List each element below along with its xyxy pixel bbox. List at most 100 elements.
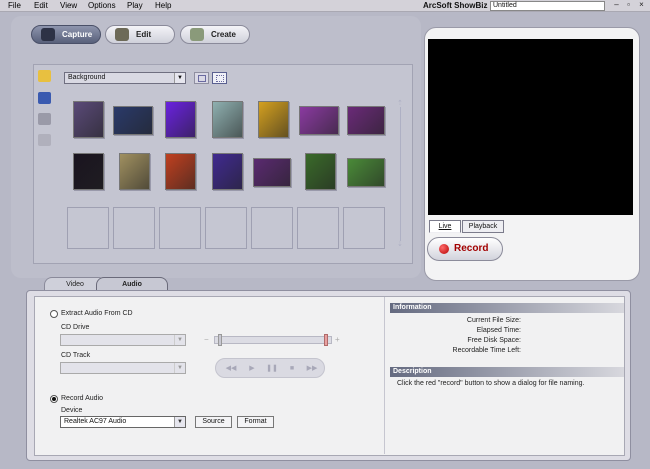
camera-icon	[41, 28, 55, 41]
close-icon[interactable]: ×	[637, 1, 646, 10]
menu-bar: File Edit View Options Play Help ArcSoft…	[0, 0, 650, 12]
empty-slot	[113, 207, 155, 249]
folder-icon[interactable]	[38, 70, 51, 82]
menu-view[interactable]: View	[60, 1, 77, 10]
record-dot-icon	[439, 244, 449, 254]
cd-drive-label: CD Drive	[61, 324, 90, 331]
empty-slot	[343, 207, 385, 249]
device-select[interactable]: Realtek AC97 Audio ▼	[60, 416, 186, 428]
information-header: Information	[390, 303, 624, 313]
cd-trim-slider[interactable]: − +	[204, 334, 342, 346]
device-label: Device	[61, 407, 83, 414]
format-button[interactable]: Format	[237, 416, 274, 428]
record-audio-label: Record Audio	[61, 395, 104, 402]
device-select-value: Realtek AC97 Audio	[64, 418, 127, 425]
panel-divider	[384, 297, 385, 454]
trim-start-handle[interactable]	[218, 334, 222, 346]
extract-audio-radio[interactable]	[50, 310, 58, 318]
background-thumbnail[interactable]	[258, 101, 289, 138]
tool-icon[interactable]	[38, 113, 51, 125]
restore-icon[interactable]: ▫	[624, 1, 633, 10]
gallery-scrollbar[interactable]: ⇡ ⇣	[396, 99, 405, 249]
cd-track-select[interactable]: ▼	[60, 362, 186, 374]
background-thumbnail[interactable]	[212, 153, 243, 190]
background-thumbnail[interactable]	[347, 106, 385, 135]
menu-file[interactable]: File	[8, 1, 21, 10]
description-header: Description	[390, 367, 624, 377]
plus-icon[interactable]: +	[335, 335, 340, 344]
cd-track-label: CD Track	[61, 352, 91, 359]
category-select[interactable]: Background ▼	[64, 72, 186, 84]
audio-tab[interactable]: Audio	[96, 277, 168, 291]
stop-icon[interactable]: ■	[283, 363, 301, 374]
menu-play[interactable]: Play	[127, 1, 143, 10]
video-preview-screen	[428, 39, 633, 215]
chevron-down-icon: ▼	[174, 363, 185, 373]
rewind-icon[interactable]: ◀◀	[222, 363, 240, 374]
chevron-down-icon: ▼	[174, 335, 185, 345]
create-tab-label: Create	[211, 30, 236, 39]
empty-slot	[205, 207, 247, 249]
background-thumbnail[interactable]	[73, 153, 104, 190]
playback-tab[interactable]: Playback	[462, 220, 504, 233]
menu-edit[interactable]: Edit	[34, 1, 48, 10]
trim-end-handle[interactable]	[324, 334, 328, 346]
description-text: Click the red "record" button to show a …	[397, 380, 585, 387]
extract-audio-label: Extract Audio From CD	[61, 310, 133, 317]
record-audio-radio[interactable]	[50, 395, 58, 403]
project-name-field[interactable]: Untitled	[490, 1, 605, 11]
fast-forward-icon[interactable]: ▶▶	[303, 363, 321, 374]
capture-settings-icon[interactable]	[38, 92, 51, 104]
source-button[interactable]: Source	[195, 416, 232, 428]
empty-slot	[251, 207, 293, 249]
edit-tab[interactable]: Edit	[105, 25, 175, 44]
scroll-up-icon[interactable]: ⇡	[397, 99, 403, 107]
recordable-time-left-label: Recordable Time Left:	[452, 347, 521, 354]
cd-transport-controls: ◀◀ ▶ ❚❚ ■ ▶▶	[215, 358, 325, 378]
cd-drive-select[interactable]: ▼	[60, 334, 186, 346]
minus-icon[interactable]: −	[204, 335, 209, 344]
capture-tab-label: Capture	[62, 30, 93, 39]
small-view-button[interactable]	[212, 72, 227, 84]
scroll-track	[400, 107, 401, 241]
film-edit-icon	[115, 28, 129, 41]
menu-help[interactable]: Help	[155, 1, 171, 10]
chevron-down-icon: ▼	[174, 417, 185, 427]
background-thumbnail[interactable]	[73, 101, 104, 138]
background-thumbnail[interactable]	[299, 106, 339, 135]
trim-track	[214, 336, 332, 344]
category-select-value: Background	[68, 74, 106, 81]
background-thumbnail[interactable]	[347, 158, 385, 187]
background-thumbnail[interactable]	[212, 101, 243, 138]
capture-tab[interactable]: Capture	[31, 25, 101, 44]
background-thumbnail[interactable]	[165, 153, 196, 190]
large-view-button[interactable]	[194, 72, 209, 84]
create-tab[interactable]: Create	[180, 25, 250, 44]
play-icon[interactable]: ▶	[243, 363, 261, 374]
pause-icon[interactable]: ❚❚	[263, 363, 281, 374]
edit-tab-label: Edit	[136, 30, 152, 39]
app-title: ArcSoft ShowBiz	[423, 1, 488, 10]
create-icon	[190, 28, 204, 41]
record-button-label: Record	[454, 243, 489, 254]
live-tab[interactable]: Live	[429, 220, 461, 233]
empty-slot	[297, 207, 339, 249]
current-file-size-label: Current File Size:	[466, 317, 521, 324]
elapsed-time-label: Elapsed Time:	[476, 327, 521, 334]
minimize-icon[interactable]: –	[612, 1, 621, 10]
empty-slot	[67, 207, 109, 249]
background-thumbnail[interactable]	[119, 153, 150, 190]
scroll-down-icon[interactable]: ⇣	[397, 240, 403, 248]
background-thumbnail[interactable]	[165, 101, 196, 138]
free-disk-space-label: Free Disk Space:	[467, 337, 521, 344]
background-thumbnail[interactable]	[253, 158, 291, 187]
trash-icon[interactable]	[38, 134, 51, 146]
menu-options[interactable]: Options	[88, 1, 116, 10]
record-button[interactable]: Record	[427, 237, 503, 261]
background-thumbnail[interactable]	[305, 153, 336, 190]
small-grid-icon	[216, 75, 224, 82]
background-thumbnail[interactable]	[113, 106, 153, 135]
large-grid-icon	[198, 75, 206, 82]
empty-slot	[159, 207, 201, 249]
chevron-down-icon: ▼	[174, 73, 185, 83]
